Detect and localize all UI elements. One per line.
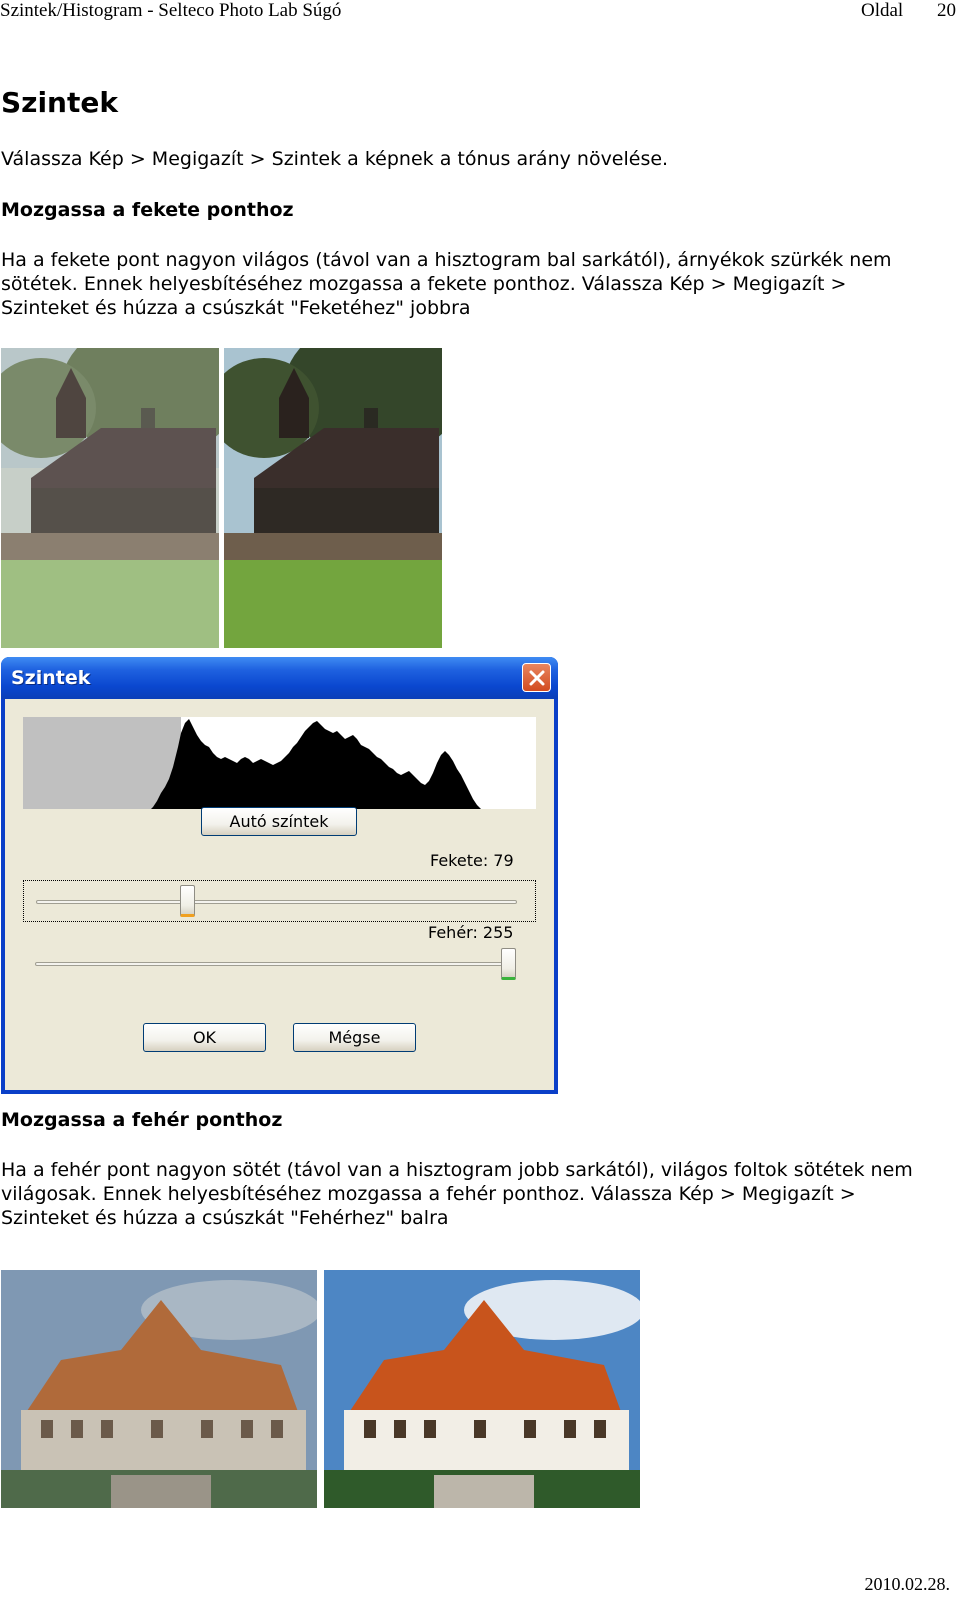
white-slider-track[interactable] [35,962,516,966]
close-button[interactable] [522,663,551,692]
document-title: Szintek/Histogram - Selteco Photo Lab Sú… [0,0,342,21]
page-label: Oldal [861,0,904,21]
section-2-line: Ha a fehér pont nagyon sötét (távol van … [1,1159,913,1181]
dialog-title: Szintek [11,667,91,689]
histogram-graph [23,717,481,809]
church-photo-after [224,348,442,648]
castle-photo-before [1,1270,317,1508]
dialog-body: Autó színtek Fekete: 79 Fehér: 255 OK Mé… [5,699,554,1090]
black-slider-focus-box [23,880,536,922]
levels-dialog: Szintek Autó színtek Fekete: 79 Fehér: 2… [1,657,558,1094]
section-2-line: világosak. Ennek helyesbítéséhez mozgass… [1,1183,856,1205]
histogram-shape [151,719,481,809]
page-number: 20 [937,0,956,21]
page-header: Szintek/Histogram - Selteco Photo Lab Sú… [0,0,960,24]
black-slider-thumb[interactable] [180,885,196,917]
section-1-line: Szinteket és húzza a csúszkát "Feketéhez… [1,297,471,319]
intro-text: Válassza Kép > Megigazít > Szintek a kép… [1,148,669,170]
section-2-line: Szinteket és húzza a csúszkát "Fehérhez"… [1,1207,449,1229]
histogram [23,717,536,809]
section-1-line: Ha a fekete pont nagyon világos (távol v… [1,249,892,271]
dialog-title-bar[interactable]: Szintek [1,657,558,699]
black-value-label: Fekete: 79 [430,851,514,870]
page-heading: Szintek [1,86,118,119]
church-photo-before [1,348,219,648]
castle-photo-after [324,1270,640,1508]
footer-date: 2010.02.28. [864,1574,951,1594]
close-icon [529,670,545,686]
auto-levels-button[interactable]: Autó színtek [201,807,357,836]
white-value-label: Fehér: 255 [428,923,514,942]
black-slider-track[interactable] [36,900,517,904]
white-slider-thumb[interactable] [501,948,516,980]
section-2-title: Mozgassa a fehér ponthoz [1,1109,283,1131]
section-1-title: Mozgassa a fekete ponthoz [1,199,294,221]
ok-button[interactable]: OK [143,1023,266,1052]
cancel-button[interactable]: Mégse [293,1023,416,1052]
histogram-clipped-region [23,717,181,809]
section-1-line: sötétek. Ennek helyesbítéséhez mozgassa … [1,273,847,295]
